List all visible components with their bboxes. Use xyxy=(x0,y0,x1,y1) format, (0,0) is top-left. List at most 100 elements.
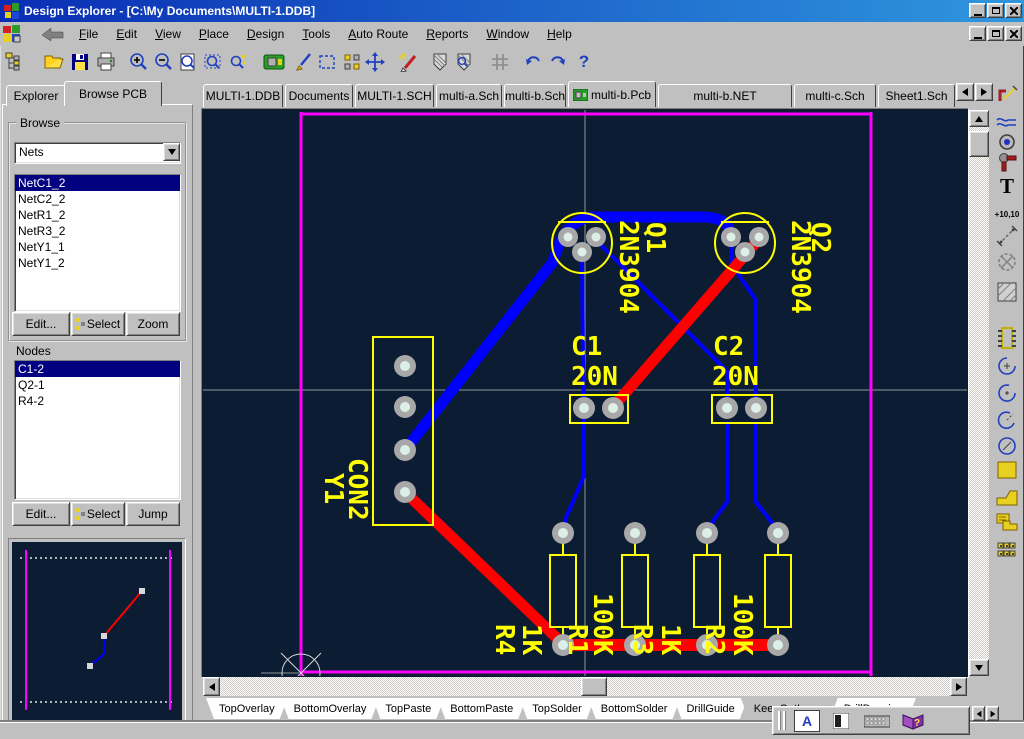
pcb-canvas[interactable]: C1 20N C2 20N Q1 2N3904 Q2 2N3904 Y1 CON… xyxy=(203,110,967,676)
interactive-route-icon[interactable] xyxy=(994,84,1020,108)
layer-tab[interactable]: BottomSolder xyxy=(588,698,681,719)
full-circle-icon[interactable] xyxy=(994,434,1020,458)
doc-tab[interactable]: MULTI-1.DDB xyxy=(203,84,283,107)
nets-select-button[interactable]: Select xyxy=(71,312,125,336)
v-scrollbar[interactable] xyxy=(969,110,989,676)
zoom-selection-icon[interactable] xyxy=(226,50,250,74)
doc-tab-scroll-left-button[interactable] xyxy=(956,83,974,101)
layer-tab[interactable]: TopSolder xyxy=(519,698,595,719)
text-a-icon[interactable]: A xyxy=(794,710,820,732)
title-bar[interactable]: Design Explorer - [C:\My Documents\MULTI… xyxy=(0,0,1024,22)
arc-center-icon[interactable] xyxy=(994,381,1020,405)
zoom-area-icon[interactable] xyxy=(201,50,225,74)
scroll-left-button[interactable] xyxy=(203,677,220,696)
polygon-shield-icon[interactable] xyxy=(428,50,452,74)
menu-window[interactable]: Window xyxy=(477,25,538,43)
menu-file[interactable]: File xyxy=(70,25,107,43)
polygon-plane-icon[interactable] xyxy=(994,484,1020,508)
doc-tab[interactable]: multi-c.Sch xyxy=(794,84,876,107)
zoom-in-icon[interactable] xyxy=(126,50,150,74)
child-close-button[interactable] xyxy=(1005,26,1022,41)
layer-tab[interactable]: TopPaste xyxy=(372,698,444,719)
minimize-button[interactable] xyxy=(969,3,986,18)
browse-mode-dropdown-button[interactable] xyxy=(163,143,180,161)
array-icon[interactable] xyxy=(994,538,1020,562)
doc-tab-scroll-right-button[interactable] xyxy=(975,83,993,101)
nodes-select-button[interactable]: Select xyxy=(71,502,125,526)
menu-design[interactable]: Design xyxy=(238,25,293,43)
nodes-list[interactable]: C1-2 Q2-1 R4-2 xyxy=(14,360,181,500)
menu-reports[interactable]: Reports xyxy=(417,25,477,43)
menu-tools[interactable]: Tools xyxy=(293,25,339,43)
nodes-edit-button[interactable]: Edit... xyxy=(12,502,70,526)
doc-tab[interactable]: MULTI-1.SCH xyxy=(355,84,434,107)
node-list-item[interactable]: Q2-1 xyxy=(15,377,180,393)
move-icon[interactable] xyxy=(363,50,387,74)
h-scrollbar[interactable] xyxy=(203,677,967,696)
string-icon[interactable]: T xyxy=(994,174,1020,198)
net-list-item[interactable]: NetY1_2 xyxy=(15,255,180,271)
grid-icon[interactable] xyxy=(488,50,512,74)
help-book-icon[interactable]: ? xyxy=(898,709,928,733)
undo-icon[interactable] xyxy=(521,50,545,74)
child-restore-button[interactable] xyxy=(987,26,1004,41)
net-list-item[interactable]: NetR3_2 xyxy=(15,223,180,239)
net-preview[interactable] xyxy=(12,542,182,720)
polygon-shield-query-icon[interactable] xyxy=(452,50,476,74)
drag-handle[interactable] xyxy=(783,711,786,730)
print-icon[interactable] xyxy=(94,50,118,74)
layer-tab[interactable]: TopOverlay xyxy=(206,698,288,719)
nodes-jump-button[interactable]: Jump xyxy=(126,502,180,526)
layer-tab[interactable]: BottomOverlay xyxy=(281,698,380,719)
tab-explorer[interactable]: Explorer xyxy=(6,85,66,106)
menu-help[interactable]: Help xyxy=(538,25,581,43)
restore-button[interactable] xyxy=(987,3,1004,18)
up-level-arrow-icon[interactable] xyxy=(42,28,64,41)
net-list-item[interactable]: NetC2_2 xyxy=(15,191,180,207)
layer-tab-scroll-left-button[interactable] xyxy=(972,706,985,721)
doc-tab[interactable]: Sheet1.Sch xyxy=(878,84,955,107)
arc-any-angle-icon[interactable] xyxy=(994,408,1020,432)
v-scroll-thumb[interactable] xyxy=(969,131,989,157)
layer-tab[interactable]: BottomPaste xyxy=(437,698,526,719)
nets-zoom-button[interactable]: Zoom xyxy=(126,312,180,336)
menu-auto-route[interactable]: Auto Route xyxy=(339,25,417,43)
deselect-icon[interactable] xyxy=(340,50,364,74)
help-icon[interactable]: ? xyxy=(572,50,596,74)
zoom-document-icon[interactable] xyxy=(176,50,200,74)
scroll-down-button[interactable] xyxy=(969,659,989,676)
node-list-item[interactable]: R4-2 xyxy=(15,393,180,409)
scroll-up-button[interactable] xyxy=(969,110,989,127)
glue-pen-icon[interactable] xyxy=(292,50,316,74)
doc-tab[interactable]: Documents xyxy=(285,84,353,107)
net-list-item[interactable]: NetY1_1 xyxy=(15,239,180,255)
nets-list[interactable]: NetC1_2 NetC2_2 NetR1_2 NetR3_2 NetY1_1 … xyxy=(14,174,181,312)
coordinate-icon[interactable]: +10,10 xyxy=(994,202,1020,226)
select-area-icon[interactable] xyxy=(315,50,339,74)
layer-tab[interactable]: DrillGuide xyxy=(673,698,747,719)
doc-tab[interactable]: multi-b.Sch xyxy=(504,84,566,107)
menu-edit[interactable]: Edit xyxy=(107,25,146,43)
h-scroll-thumb[interactable] xyxy=(581,677,607,696)
explorer-tree-icon[interactable] xyxy=(2,50,26,74)
keyboard-icon[interactable] xyxy=(862,710,892,732)
pad-icon[interactable] xyxy=(994,150,1020,174)
close-button[interactable] xyxy=(1005,3,1022,18)
document-icon[interactable] xyxy=(3,25,21,43)
scroll-right-button[interactable] xyxy=(950,677,967,696)
zoom-out-icon[interactable] xyxy=(151,50,175,74)
net-list-item[interactable]: NetC1_2 xyxy=(15,175,180,191)
paste-array-icon[interactable] xyxy=(994,510,1020,534)
menu-place[interactable]: Place xyxy=(190,25,238,43)
menu-view[interactable]: View xyxy=(146,25,190,43)
nets-edit-button[interactable]: Edit... xyxy=(12,312,70,336)
open-document-icon[interactable] xyxy=(42,50,66,74)
dimension-icon[interactable] xyxy=(994,224,1020,248)
layer-tab-scroll-right-button[interactable] xyxy=(986,706,999,721)
tab-browse-pcb[interactable]: Browse PCB xyxy=(64,81,162,106)
net-list-item[interactable]: NetR1_2 xyxy=(15,207,180,223)
redo-icon[interactable] xyxy=(546,50,570,74)
drag-handle[interactable] xyxy=(778,711,781,730)
fill-hatch-icon[interactable] xyxy=(994,280,1020,304)
keepout-icon[interactable] xyxy=(994,250,1020,274)
